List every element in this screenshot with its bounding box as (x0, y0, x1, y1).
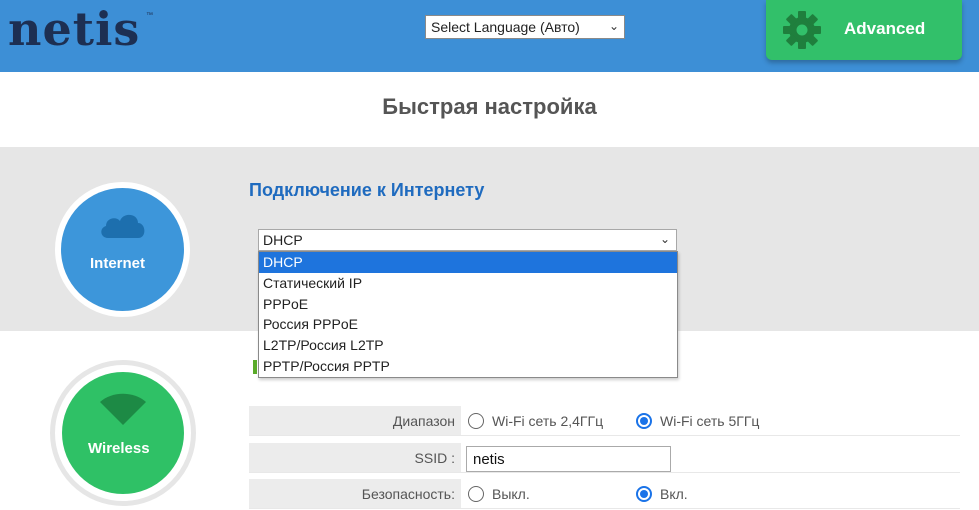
band-5ghz-radio[interactable] (636, 413, 652, 429)
band-24ghz-label: Wi-Fi сеть 2,4ГГц (492, 413, 604, 429)
page-title: Быстрая настройка (382, 94, 597, 119)
logo-trademark: ™ (146, 12, 153, 19)
wireless-label: Wireless (88, 440, 150, 457)
chevron-down-icon: ⌄ (608, 19, 619, 33)
option-pppoe[interactable]: PPPoE (259, 294, 677, 315)
language-select[interactable]: Select Language (Авто) ⌄ (425, 15, 625, 39)
band-24ghz-radio[interactable] (468, 413, 484, 429)
chevron-down-icon: ⌄ (659, 232, 670, 246)
band-label: Диапазон (249, 406, 461, 435)
language-select-value: Select Language (Авто) (431, 19, 580, 35)
security-label: Безопасность: (249, 479, 461, 508)
option-dhcp[interactable]: DHCP (259, 252, 677, 273)
internet-circle: Internet (61, 188, 184, 311)
internet-label: Internet (90, 255, 146, 272)
security-on-label: Вкл. (660, 486, 688, 502)
header-bar: netis ™ Select Language (Авто) ⌄ Advance… (0, 0, 979, 72)
security-on-radio[interactable] (636, 486, 652, 502)
wireless-circle: Wireless (62, 372, 184, 494)
connection-type-select[interactable]: DHCP ⌄ (258, 229, 677, 251)
option-static-ip[interactable]: Статический IP (259, 273, 677, 294)
security-row: Безопасность: Выкл. Вкл. (249, 479, 960, 509)
ssid-row: SSID : netis (249, 443, 960, 473)
ssid-input[interactable]: netis (466, 446, 671, 472)
option-russia-pppoe[interactable]: Россия PPPoE (259, 314, 677, 335)
ssid-label: SSID : (249, 443, 461, 472)
wifi-icon (100, 393, 146, 425)
wireless-section-marker (253, 360, 257, 374)
band-5ghz-label: Wi-Fi сеть 5ГГц (660, 413, 760, 429)
advanced-label: Advanced (844, 19, 926, 38)
security-off-radio[interactable] (468, 486, 484, 502)
security-off-label: Выкл. (492, 486, 530, 502)
option-l2tp[interactable]: L2TP/Россия L2TP (259, 335, 677, 356)
netis-logo: netis (8, 2, 141, 56)
cloud-icon (101, 214, 145, 238)
option-pptp[interactable]: PPTP/Россия PPTP (259, 356, 677, 377)
connection-type-dropdown: DHCP Статический IP PPPoE Россия PPPoE L… (258, 251, 678, 378)
connection-type-value: DHCP (263, 232, 303, 248)
band-row: Диапазон Wi-Fi сеть 2,4ГГц Wi-Fi сеть 5Г… (249, 406, 960, 436)
internet-section-title: Подключение к Интернету (249, 180, 485, 200)
gear-icon (783, 11, 821, 49)
advanced-button[interactable]: Advanced (766, 0, 962, 60)
